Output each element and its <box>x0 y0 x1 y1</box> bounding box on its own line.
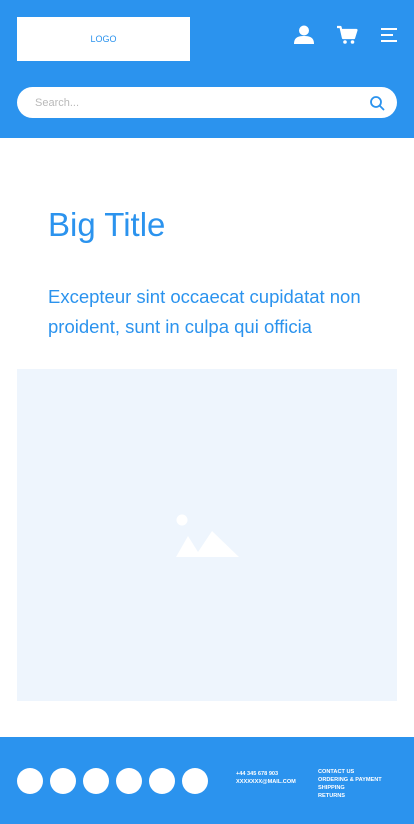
social-links <box>17 768 208 794</box>
page-title: Big Title <box>48 206 166 243</box>
social-icon[interactable] <box>116 768 142 794</box>
footer-link-ordering[interactable]: ORDERING & PAYMENT <box>318 776 382 784</box>
logo-text: LOGO <box>90 34 117 44</box>
logo[interactable]: LOGO <box>17 17 190 61</box>
image-placeholder-icon <box>176 514 239 557</box>
social-icon[interactable] <box>50 768 76 794</box>
search-icon[interactable] <box>369 95 385 111</box>
social-icon[interactable] <box>182 768 208 794</box>
social-icon[interactable] <box>83 768 109 794</box>
search-input[interactable] <box>35 87 355 118</box>
menu-icon[interactable] <box>377 24 401 46</box>
app-header: LOGO <box>0 0 414 138</box>
user-icon[interactable] <box>292 24 316 46</box>
social-icon[interactable] <box>149 768 175 794</box>
social-icon[interactable] <box>17 768 43 794</box>
lead-text: Excepteur sint occaecat cupidatat non pr… <box>48 286 361 337</box>
footer-link-shipping[interactable]: SHIPPING <box>318 784 382 792</box>
footer-links: CONTACT US ORDERING & PAYMENT SHIPPING R… <box>318 768 382 800</box>
phone-number[interactable]: +44 345 678 903 <box>236 770 296 778</box>
app-footer: +44 345 678 903 XXXXXXX@MAIL.COM CONTACT… <box>0 737 414 824</box>
cart-icon[interactable] <box>335 24 359 46</box>
email-address[interactable]: XXXXXXX@MAIL.COM <box>236 778 296 786</box>
footer-link-returns[interactable]: RETURNS <box>318 792 382 800</box>
footer-link-contact[interactable]: CONTACT US <box>318 768 382 776</box>
image-placeholder <box>17 369 397 701</box>
contact-info: +44 345 678 903 XXXXXXX@MAIL.COM <box>236 770 296 786</box>
search-bar <box>17 87 397 118</box>
